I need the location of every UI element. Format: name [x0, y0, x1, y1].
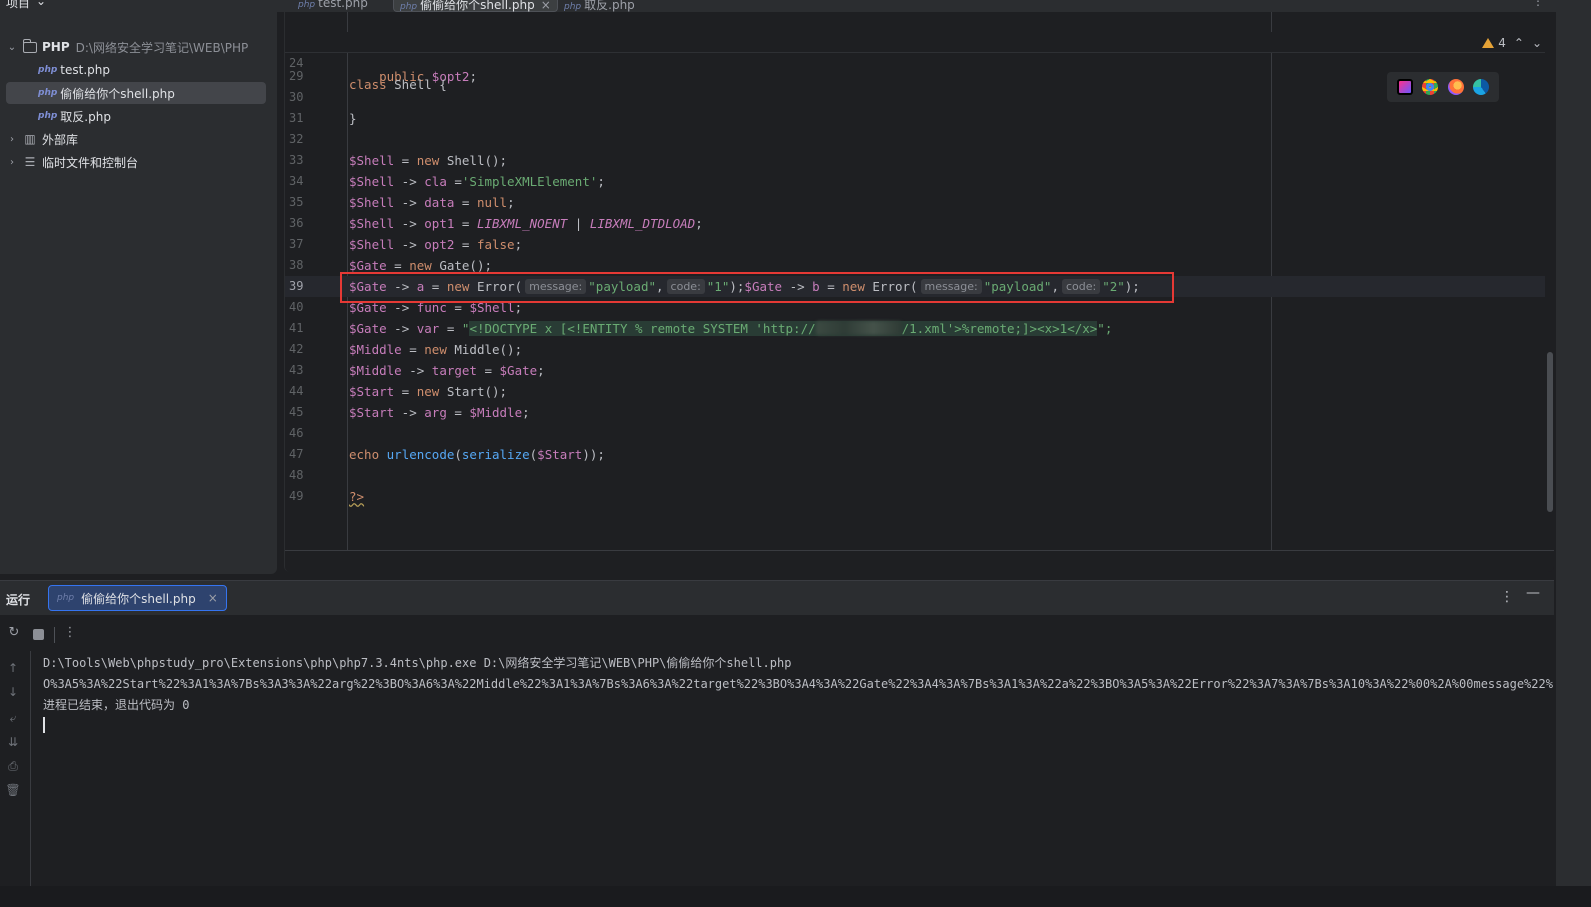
- chevron-down-icon[interactable]: ⌄: [1532, 36, 1542, 50]
- sticky-scope-header[interactable]: 24 class Shell {: [285, 32, 1545, 92]
- tree-item-test-php[interactable]: php test.php: [6, 59, 266, 81]
- phpstorm-icon[interactable]: [1396, 79, 1413, 95]
- tab-negate-php[interactable]: php 取反.php: [564, 0, 635, 12]
- code-line: 37 $Shell -> opt2 = false;: [289, 237, 523, 252]
- code-line: 41 $Gate -> var = "<!DOCTYPE x [<!ENTITY …: [289, 321, 1113, 336]
- close-icon[interactable]: ×: [541, 0, 551, 12]
- project-view-label[interactable]: 项目: [6, 0, 30, 11]
- firefox-icon[interactable]: [1447, 79, 1464, 95]
- editor-footer: [285, 550, 1554, 572]
- console-exit-line: 进程已结束，退出代码为 0: [43, 698, 190, 712]
- tree-item-negate-php[interactable]: php 取反.php: [6, 105, 266, 127]
- code-line: 30: [289, 90, 304, 104]
- chevron-right-icon[interactable]: ›: [6, 157, 18, 168]
- highlight-annotation: [340, 272, 1174, 303]
- project-panel: ⌄ PHP D:\网络安全学习笔记\WEB\PHP php test.php p…: [0, 12, 277, 574]
- code-line: 44 $Start = new Start();: [289, 384, 508, 399]
- print-icon[interactable]: ⎙: [5, 759, 21, 775]
- code-line: 46: [289, 426, 304, 440]
- edge-icon[interactable]: [1473, 79, 1490, 95]
- php-file-icon: php: [38, 88, 58, 98]
- chevron-right-icon[interactable]: ›: [6, 134, 18, 145]
- more-icon[interactable]: ⋮: [1532, 0, 1544, 8]
- library-icon: ▥: [24, 132, 36, 146]
- editor-scrollbar[interactable]: [1547, 352, 1553, 512]
- arrow-up-icon[interactable]: ↑: [5, 661, 21, 677]
- code-line: 34 $Shell -> cla ='SimpleXMLElement';: [289, 174, 605, 189]
- tree-item-label: 外部库: [42, 132, 79, 147]
- run-panel: 运行 php 偷偷给你个shell.php × ⋮ — ↻ ⋮ ↑ ↓ ⤶ ⇊ …: [0, 580, 1554, 887]
- code-line: 48: [289, 468, 304, 482]
- chevron-down-icon[interactable]: ⌄: [6, 42, 18, 53]
- browser-popup: [1387, 72, 1499, 102]
- chevron-up-icon[interactable]: ⌃: [1514, 36, 1524, 50]
- tree-item-label: test.php: [60, 63, 110, 77]
- right-toolbar-strip: [1556, 0, 1591, 907]
- scratches-icon: ☰: [24, 155, 36, 169]
- close-icon[interactable]: ×: [208, 591, 218, 605]
- soft-wrap-icon[interactable]: ⤶: [5, 711, 21, 727]
- toolbar-separator: [54, 627, 55, 643]
- root-folder-name: PHP: [42, 40, 70, 54]
- code-line: 33 $Shell = new Shell();: [289, 153, 508, 168]
- console-command-line: D:\Tools\Web\phpstudy_pro\Extensions\php…: [43, 656, 792, 670]
- rerun-icon[interactable]: ↻: [6, 625, 22, 641]
- tab-test-php[interactable]: php test.php: [298, 0, 368, 12]
- code-line: 29: [289, 69, 304, 83]
- tree-external-libraries[interactable]: › ▥ 外部库: [6, 128, 266, 150]
- php-file-icon: php: [298, 0, 316, 10]
- status-bar: [0, 886, 1591, 907]
- console-caret[interactable]: [43, 717, 45, 733]
- run-toolbar: ↻ ⋮: [0, 615, 1554, 651]
- code-line: 42 $Middle = new Middle();: [289, 342, 523, 357]
- redacted-ip: [815, 321, 902, 335]
- code-line: 47 echo urlencode(serialize($Start));: [289, 447, 605, 462]
- trash-icon[interactable]: 🗑: [5, 783, 21, 799]
- run-panel-title: 运行: [6, 593, 31, 607]
- tab-shell-php[interactable]: php 偷偷给你个shell.php ×: [393, 0, 558, 12]
- line-number: 24: [289, 56, 304, 70]
- code-line: 32: [289, 132, 304, 146]
- code-line: 43 $Middle -> target = $Gate;: [289, 363, 545, 378]
- root-folder-path: D:\网络安全学习笔记\WEB\PHP: [75, 40, 249, 55]
- run-tab-label: 偷偷给你个shell.php: [81, 591, 196, 606]
- inspection-widget[interactable]: 4 ⌃ ⌄: [1482, 36, 1542, 50]
- warning-count: 4: [1498, 36, 1506, 50]
- more-icon[interactable]: ⋮: [1500, 589, 1514, 605]
- php-file-icon: php: [57, 593, 75, 603]
- tree-root-php[interactable]: ⌄ PHP D:\网络安全学习笔记\WEB\PHP: [6, 36, 266, 58]
- php-file-icon: php: [564, 2, 582, 12]
- arrow-down-icon[interactable]: ↓: [5, 685, 21, 701]
- editor-tab-bar: 项目 ⌄ php test.php php 偷偷给你个shell.php × php 取…: [0, 0, 1591, 12]
- tree-item-shell-php[interactable]: php 偷偷给你个shell.php: [6, 82, 266, 104]
- code-line: 49 ?>: [289, 489, 365, 504]
- minimize-icon[interactable]: —: [1526, 585, 1540, 601]
- tree-item-label: 偷偷给你个shell.php: [60, 86, 175, 101]
- tree-item-label: 临时文件和控制台: [42, 155, 139, 170]
- chevron-down-icon[interactable]: ⌄: [36, 0, 46, 8]
- scroll-to-end-icon[interactable]: ⇊: [5, 735, 21, 751]
- code-line: 31}: [289, 111, 357, 126]
- console-side-toolbar: ↑ ↓ ⤶ ⇊ ⎙ 🗑: [0, 651, 31, 887]
- run-header: 运行 php 偷偷给你个shell.php × ⋮ —: [0, 581, 1554, 615]
- code-line: 36 $Shell -> opt1 = LIBXML_NOENT | LIBXML…: [289, 216, 703, 231]
- console-output-line: O%3A5%3A%22Start%22%3A1%3A%7Bs%3A3%3A%22…: [43, 677, 1553, 691]
- tree-item-label: 取反.php: [60, 109, 111, 124]
- chrome-icon[interactable]: [1422, 79, 1439, 95]
- code-text: class Shell {: [349, 77, 447, 92]
- php-file-icon: php: [400, 2, 418, 12]
- php-file-icon: php: [38, 65, 58, 75]
- more-icon[interactable]: ⋮: [62, 625, 78, 641]
- php-file-icon: php: [38, 111, 58, 121]
- stop-icon[interactable]: [33, 629, 44, 640]
- folder-icon: [22, 38, 38, 54]
- code-line: 35 $Shell -> data = null;: [289, 195, 515, 210]
- run-tab-shell-php[interactable]: php 偷偷给你个shell.php ×: [48, 585, 227, 611]
- code-line: 45 $Start -> arg = $Middle;: [289, 405, 530, 420]
- warning-icon: [1482, 38, 1495, 48]
- tree-scratches[interactable]: › ☰ 临时文件和控制台: [6, 151, 266, 173]
